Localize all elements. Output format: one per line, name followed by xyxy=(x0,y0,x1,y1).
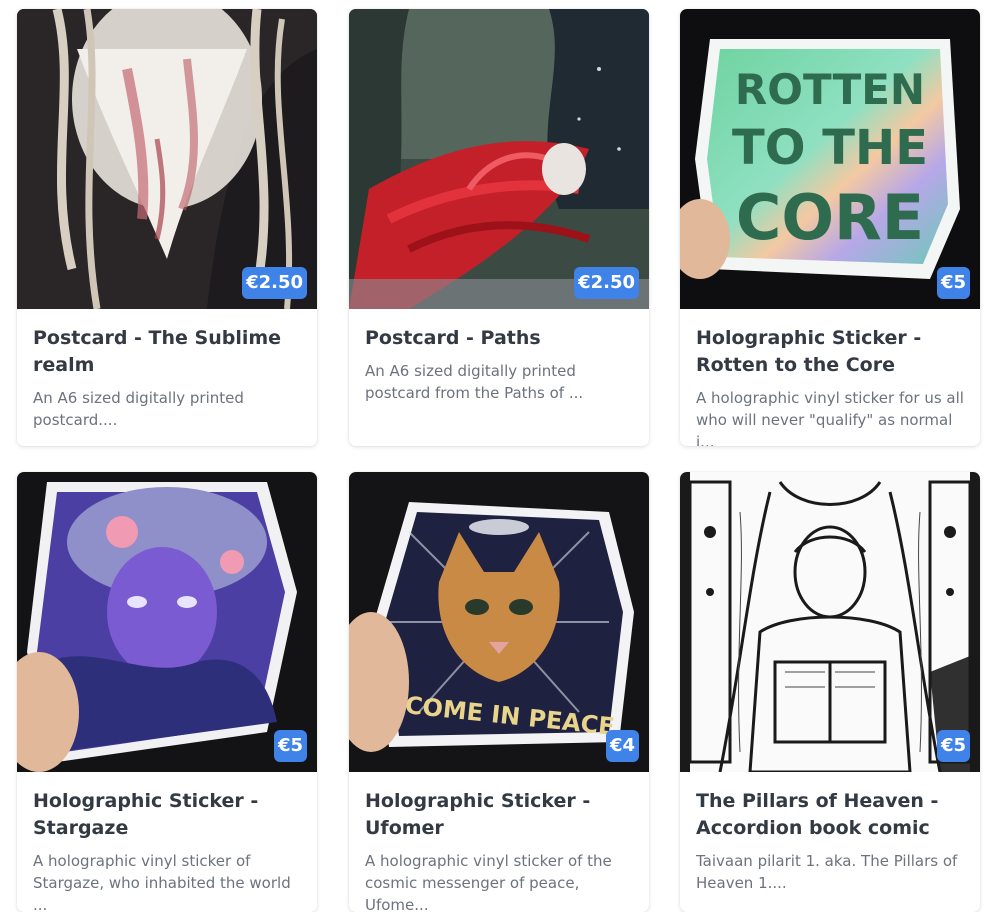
sticker-text-line: CORE xyxy=(736,181,924,254)
sticker-ufo-cat-image: COME IN PEACE xyxy=(349,472,649,772)
product-grid: €2.50 Postcard - The Sublime realm An A6… xyxy=(0,0,992,912)
sticker-stargaze-purple-figure-image xyxy=(17,472,317,772)
product-thumbnail[interactable]: €5 xyxy=(17,472,317,772)
product-thumbnail[interactable]: €2.50 xyxy=(17,9,317,309)
sticker-text-line: TO THE xyxy=(732,120,928,176)
product-thumbnail[interactable]: €5 xyxy=(680,472,980,772)
product-description: A holographic vinyl sticker of Stargaze,… xyxy=(33,852,291,912)
product-title[interactable]: Postcard - The Sublime realm xyxy=(33,325,301,379)
product-thumbnail[interactable]: COME IN PEACE €4 xyxy=(349,472,649,772)
product-card[interactable]: €2.50 Postcard - Paths An A6 sized digit… xyxy=(349,9,649,446)
product-card[interactable]: €5 The Pillars of Heaven - Accordion boo… xyxy=(680,472,980,912)
product-description: An A6 sized digitally printed postcard f… xyxy=(365,362,584,402)
sticker-text-line: ROTTEN xyxy=(735,65,925,114)
product-title[interactable]: The Pillars of Heaven - Accordion book c… xyxy=(696,788,964,842)
sticker-rotten-to-the-core-image: ROTTEN TO THE CORE xyxy=(680,9,980,309)
price-badge: €5 xyxy=(936,730,970,762)
artwork-lineart-figure-reading-book-image xyxy=(680,472,980,772)
product-thumbnail[interactable]: €2.50 xyxy=(349,9,649,309)
product-thumbnail[interactable]: ROTTEN TO THE CORE €5 xyxy=(680,9,980,309)
product-card[interactable]: ROTTEN TO THE CORE €5 Holographic Sticke… xyxy=(680,9,980,446)
price-badge: €5 xyxy=(936,267,970,299)
artwork-red-haired-figure-in-forest-image xyxy=(349,9,649,309)
product-card[interactable]: €5 Holographic Sticker - Stargaze A holo… xyxy=(17,472,317,912)
product-card[interactable]: COME IN PEACE €4 Holographic Sticker - U… xyxy=(349,472,649,912)
product-description: A holographic vinyl sticker of the cosmi… xyxy=(365,852,612,912)
product-description: A holographic vinyl sticker for us all w… xyxy=(696,389,964,446)
product-title[interactable]: Holographic Sticker - Ufomer xyxy=(365,788,633,842)
price-badge: €4 xyxy=(605,730,639,762)
artwork-pale-winged-figure-image xyxy=(17,9,317,309)
product-title[interactable]: Holographic Sticker - Rotten to the Core xyxy=(696,325,964,379)
price-badge: €2.50 xyxy=(574,267,639,299)
product-card[interactable]: €2.50 Postcard - The Sublime realm An A6… xyxy=(17,9,317,446)
price-badge: €2.50 xyxy=(242,267,307,299)
product-description: An A6 sized digitally printed postcard..… xyxy=(33,389,244,429)
product-description: Taivaan pilarit 1. aka. The Pillars of H… xyxy=(696,852,958,892)
product-title[interactable]: Holographic Sticker - Stargaze xyxy=(33,788,301,842)
product-title[interactable]: Postcard - Paths xyxy=(365,325,633,352)
price-badge: €5 xyxy=(273,730,307,762)
